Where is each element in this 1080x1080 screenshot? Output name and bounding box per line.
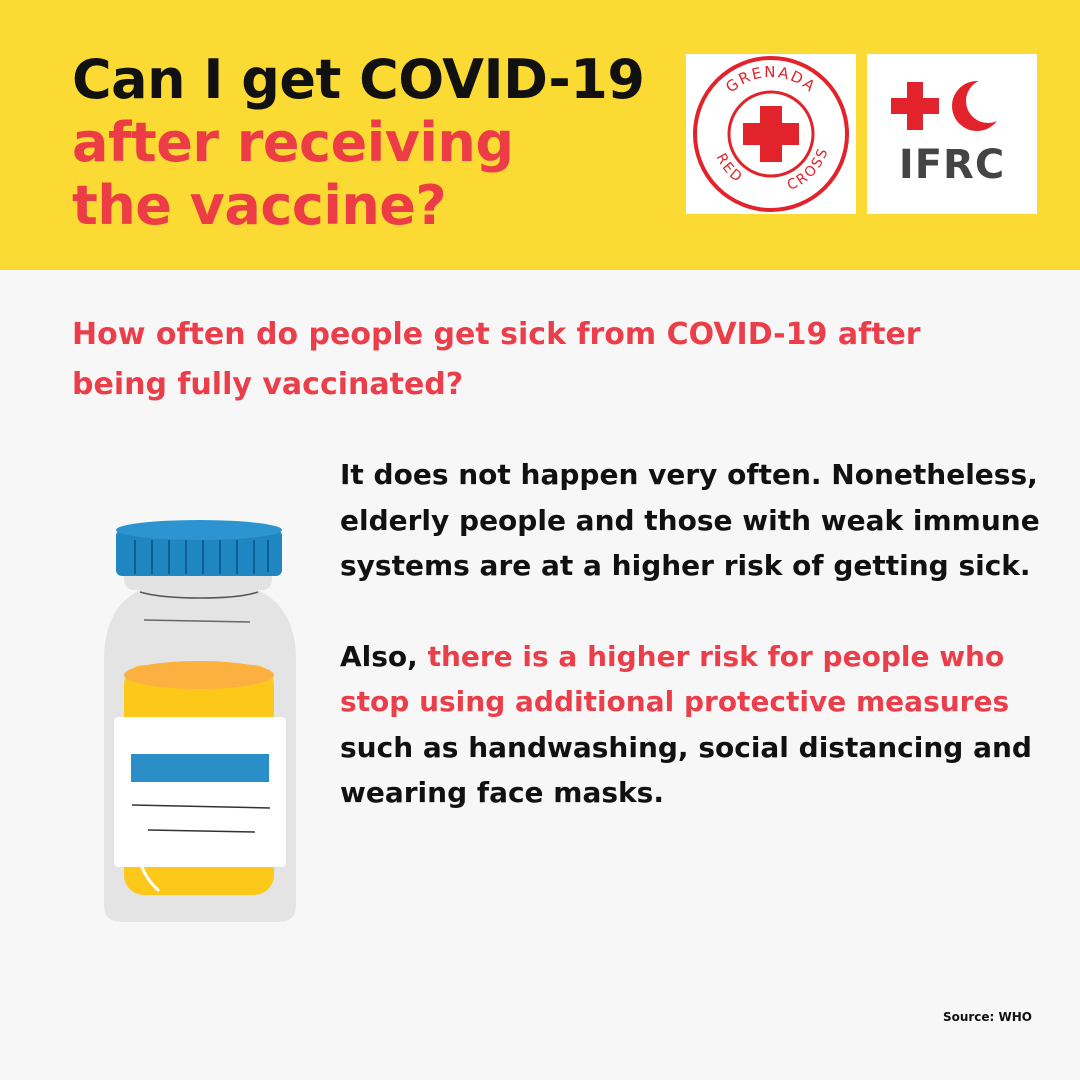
header-banner: Can I get COVID-19 after receiving the v…: [0, 0, 1080, 270]
grenada-logo-red-text: RED: [713, 151, 744, 187]
paragraph-2-lead: Also,: [340, 639, 428, 673]
grenada-red-cross-logo: GRENADA RED CROSS: [686, 54, 856, 214]
red-cross-icon: [891, 82, 939, 130]
title-line-2: after receiving: [72, 111, 514, 174]
page-title: Can I get COVID-19 after receiving the v…: [72, 48, 672, 237]
ifrc-logo-text: IFRC: [898, 142, 1006, 188]
source-label: Source: WHO: [942, 1010, 1032, 1024]
title-line-1: Can I get COVID-19: [72, 48, 645, 111]
vaccine-bottle-icon: [100, 510, 300, 934]
ifrc-logo: IFRC: [867, 54, 1037, 214]
answer-paragraph-1: It does not happen very often. Nonethele…: [340, 458, 1040, 582]
red-crescent-icon: [952, 79, 1010, 131]
svg-text:RED: RED: [713, 151, 746, 187]
question-heading: How often do people get sick from COVID-…: [72, 317, 921, 402]
answer-paragraph-2: Also, there is a higher risk for people …: [340, 634, 1050, 816]
answer-text: It does not happen very often. Nonethele…: [340, 452, 1050, 816]
paragraph-2-highlight: there is a higher risk for people who st…: [340, 639, 1010, 719]
title-line-3: the vaccine?: [72, 174, 447, 237]
paragraph-2-tail: such as handwashing, social distancing a…: [340, 730, 1032, 810]
